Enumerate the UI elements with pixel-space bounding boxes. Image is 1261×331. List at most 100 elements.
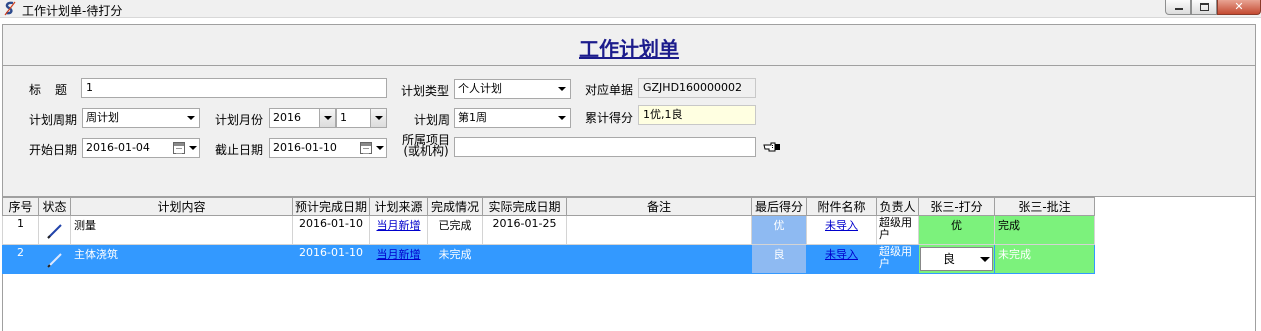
col-header-attachment[interactable]: 附件名称: [806, 197, 877, 216]
col-header-content[interactable]: 计划内容: [70, 197, 293, 216]
grade-value: 良: [943, 252, 956, 266]
row-actual: 2016-01-25: [482, 215, 567, 245]
maximize-button[interactable]: [1191, 0, 1217, 15]
end-date-value: 2016-01-10: [273, 141, 337, 154]
row-grade[interactable]: 良: [918, 244, 995, 274]
start-date-picker[interactable]: 2016-01-04: [82, 138, 200, 158]
week-label: 计划周: [414, 113, 451, 127]
row-source-link[interactable]: 当月新增: [377, 219, 421, 232]
col-header-final[interactable]: 最后得分: [751, 197, 807, 216]
row-attachment[interactable]: 未导入: [806, 215, 877, 245]
start-date-value: 2016-01-04: [86, 141, 150, 154]
month-value: 1: [340, 111, 347, 124]
row-status: 未完成: [427, 244, 483, 274]
year-value: 2016: [273, 111, 301, 124]
row-final-score: 优: [751, 215, 807, 245]
row-content[interactable]: 主体浇筑: [70, 244, 293, 274]
chevron-down-icon: [554, 80, 570, 98]
doc-no-field: GZJHD160000002: [638, 78, 756, 98]
col-header-grade[interactable]: 张三-打分: [918, 197, 995, 216]
grade-select[interactable]: 良: [920, 247, 993, 271]
row-attachment-link[interactable]: 未导入: [825, 219, 858, 232]
period-label: 计划周期: [29, 113, 78, 127]
plan-type-select[interactable]: 个人计划: [454, 79, 571, 99]
project-label: 所属项目 (或机构): [402, 134, 450, 158]
end-date-label: 截止日期: [215, 143, 264, 157]
end-date-picker[interactable]: 2016-01-10: [269, 138, 387, 158]
col-header-no[interactable]: 序号: [2, 197, 39, 216]
row-state[interactable]: [38, 244, 71, 274]
row-comment[interactable]: 完成: [994, 215, 1095, 245]
row-status: 已完成: [427, 215, 483, 245]
close-button[interactable]: ✕: [1217, 0, 1261, 15]
minimize-icon: [1175, 8, 1183, 10]
start-date-label: 开始日期: [29, 143, 78, 157]
minimize-button[interactable]: [1165, 0, 1191, 15]
plan-type-value: 个人计划: [458, 82, 502, 95]
chevron-down-icon: [554, 109, 570, 127]
window-title-bar: 工作计划单-待打分 ✕: [0, 0, 1261, 18]
col-header-source[interactable]: 计划来源: [369, 197, 428, 216]
total-score-field: 1优,1良: [638, 105, 756, 125]
app-logo-icon: [4, 1, 16, 16]
table-row-selected[interactable]: 2 主体浇筑 2016-01-10 当月新增 未完成 良 未导入 超级用户 良: [2, 244, 1095, 274]
project-input[interactable]: [454, 137, 756, 157]
row-grade[interactable]: 优: [918, 215, 995, 245]
col-header-due[interactable]: 预计完成日期: [292, 197, 370, 216]
row-owner: 超级用户: [876, 215, 919, 245]
project-label-line2: (或机构): [403, 144, 449, 158]
week-select[interactable]: 第1周: [454, 108, 571, 128]
plan-type-label: 计划类型: [401, 84, 450, 98]
pencil-icon[interactable]: [46, 222, 64, 240]
month-select[interactable]: 1: [336, 108, 387, 128]
calendar-icon: [360, 142, 372, 154]
row-due: 2016-01-10: [292, 215, 370, 245]
row-comment[interactable]: 未完成: [994, 244, 1095, 274]
table-header: 序号 状态 计划内容 预计完成日期 计划来源 完成情况 实际完成日期 备注 最后…: [2, 197, 1095, 216]
row-source[interactable]: 当月新增: [369, 244, 428, 274]
row-owner: 超级用户: [876, 244, 919, 274]
row-no: 1: [2, 215, 39, 245]
heading-divider: [3, 65, 1255, 66]
chevron-down-icon: [183, 109, 199, 127]
row-attachment[interactable]: 未导入: [806, 244, 877, 274]
col-header-comment[interactable]: 张三-批注: [994, 197, 1095, 216]
row-no: 2: [2, 244, 39, 274]
title-label: 标 题: [29, 83, 69, 97]
chevron-down-icon: [187, 139, 199, 157]
row-due: 2016-01-10: [292, 244, 370, 274]
period-value: 周计划: [86, 111, 119, 124]
score-label: 累计得分: [585, 111, 634, 125]
pencil-icon[interactable]: [46, 251, 64, 269]
row-source[interactable]: 当月新增: [369, 215, 428, 245]
chevron-down-icon: [370, 109, 386, 127]
row-final-score: 良: [751, 244, 807, 274]
calendar-icon: [173, 142, 185, 154]
form-heading: 工作计划单: [579, 37, 679, 61]
col-header-state[interactable]: 状态: [38, 197, 71, 216]
row-remark[interactable]: [566, 244, 752, 274]
window-title: 工作计划单-待打分: [22, 4, 123, 18]
col-header-remark[interactable]: 备注: [566, 197, 752, 216]
chevron-down-icon: [319, 109, 335, 127]
pointing-hand-icon[interactable]: [763, 141, 781, 153]
col-header-status[interactable]: 完成情况: [427, 197, 483, 216]
plan-table: 序号 状态 计划内容 预计完成日期 计划来源 完成情况 实际完成日期 备注 最后…: [2, 197, 1095, 274]
row-attachment-link[interactable]: 未导入: [825, 248, 858, 261]
row-remark[interactable]: [566, 215, 752, 245]
maximize-icon: [1200, 3, 1209, 11]
plan-form: 工作计划单 标 题 1 计划类型 个人计划 对应单据 GZJHD16000000…: [2, 24, 1256, 197]
col-header-actual[interactable]: 实际完成日期: [482, 197, 567, 216]
year-select[interactable]: 2016: [269, 108, 336, 128]
row-state[interactable]: [38, 215, 71, 245]
table-row[interactable]: 1 测量 2016-01-10 当月新增 已完成 2016-01-25 优 未导…: [2, 215, 1095, 245]
period-select[interactable]: 周计划: [82, 108, 200, 128]
col-header-owner[interactable]: 负责人: [876, 197, 919, 216]
doc-no-label: 对应单据: [585, 83, 634, 97]
row-content[interactable]: 测量: [70, 215, 293, 245]
row-actual: [482, 244, 567, 274]
close-icon: ✕: [1234, 0, 1244, 13]
title-input[interactable]: 1: [81, 78, 387, 98]
row-source-link[interactable]: 当月新增: [377, 248, 421, 261]
chevron-down-icon: [374, 139, 386, 157]
